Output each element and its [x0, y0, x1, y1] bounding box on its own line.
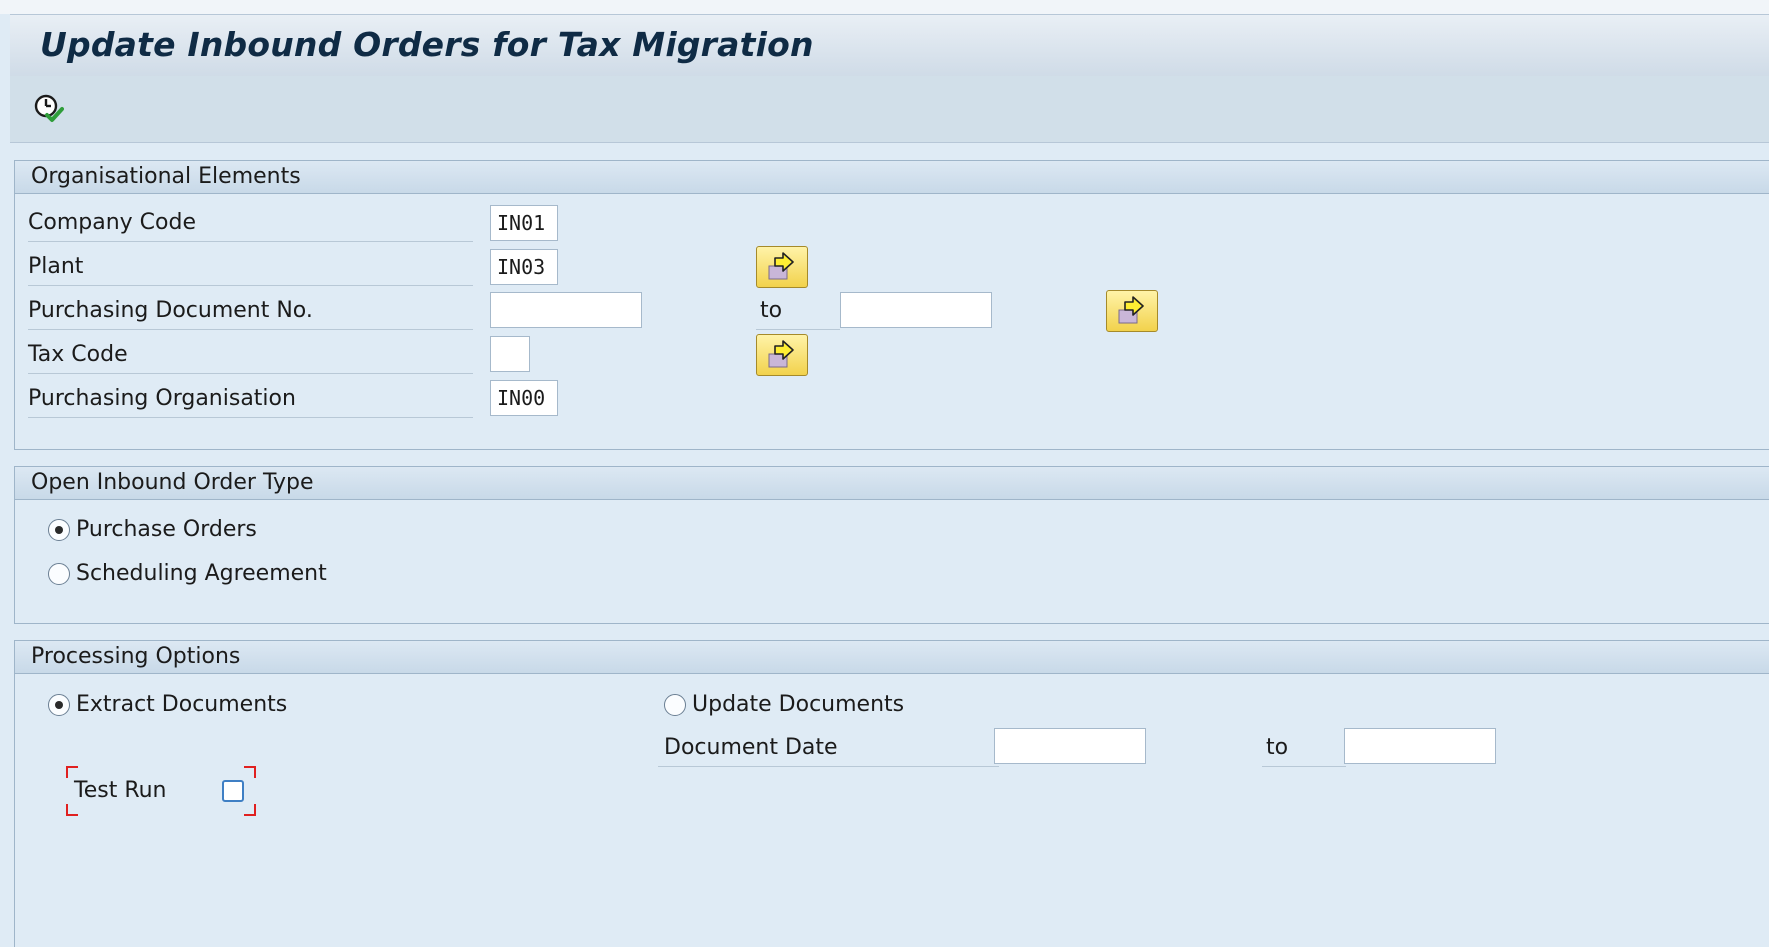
purchasing-doc-multiple-selection-button[interactable]: [1106, 290, 1158, 332]
radio-selected-dot: [55, 526, 63, 534]
purchasing-doc-from-field[interactable]: [490, 292, 642, 328]
execute-clock-icon[interactable]: [32, 92, 64, 124]
document-date-label: Document Date: [658, 730, 999, 767]
extract-documents-label: Extract Documents: [76, 692, 288, 717]
purchase-orders-radio[interactable]: [48, 519, 70, 541]
multiple-selection-arrow-icon: [1118, 296, 1144, 324]
radio-selected-dot: [55, 701, 63, 709]
tax-code-field[interactable]: [490, 336, 530, 372]
title-bar: Update Inbound Orders for Tax Migration: [10, 14, 1769, 77]
purchasing-doc-to-field[interactable]: [840, 292, 992, 328]
test-run-checkbox[interactable]: [222, 780, 244, 802]
processing-options-title: Processing Options: [15, 641, 1769, 674]
purchasing-org-field[interactable]: IN00: [490, 380, 558, 416]
page-title: Update Inbound Orders for Tax Migration: [40, 25, 814, 64]
purchasing-org-label: Purchasing Organisation: [28, 381, 473, 418]
scheduling-agreement-label: Scheduling Agreement: [76, 561, 327, 586]
company-code-field[interactable]: IN01: [490, 205, 558, 241]
plant-label: Plant: [28, 249, 473, 286]
application-toolbar: [10, 76, 1769, 143]
company-code-label: Company Code: [28, 205, 473, 242]
plant-multiple-selection-button[interactable]: [756, 246, 808, 288]
document-date-to-label: to: [1262, 730, 1346, 767]
org-elements-title: Organisational Elements: [15, 161, 1769, 194]
document-date-from-field[interactable]: [994, 728, 1146, 764]
multiple-selection-arrow-icon: [768, 340, 794, 368]
order-type-title: Open Inbound Order Type: [15, 467, 1769, 500]
scheduling-agreement-radio[interactable]: [48, 563, 70, 585]
update-documents-label: Update Documents: [692, 692, 905, 717]
purchasing-doc-label: Purchasing Document No.: [28, 293, 473, 330]
purchase-orders-label: Purchase Orders: [76, 517, 257, 542]
multiple-selection-arrow-icon: [768, 252, 794, 280]
top-edge: [0, 0, 1769, 14]
purchasing-doc-to-label: to: [756, 293, 840, 330]
document-date-to-field[interactable]: [1344, 728, 1496, 764]
test-run-label: Test Run: [74, 778, 167, 803]
plant-field[interactable]: IN03: [490, 249, 558, 285]
extract-documents-radio[interactable]: [48, 694, 70, 716]
tax-code-label: Tax Code: [28, 337, 473, 374]
order-type-group: Open Inbound Order Type: [14, 466, 1769, 624]
processing-options-group: Processing Options: [14, 640, 1769, 947]
tax-code-multiple-selection-button[interactable]: [756, 334, 808, 376]
update-documents-radio[interactable]: [664, 694, 686, 716]
